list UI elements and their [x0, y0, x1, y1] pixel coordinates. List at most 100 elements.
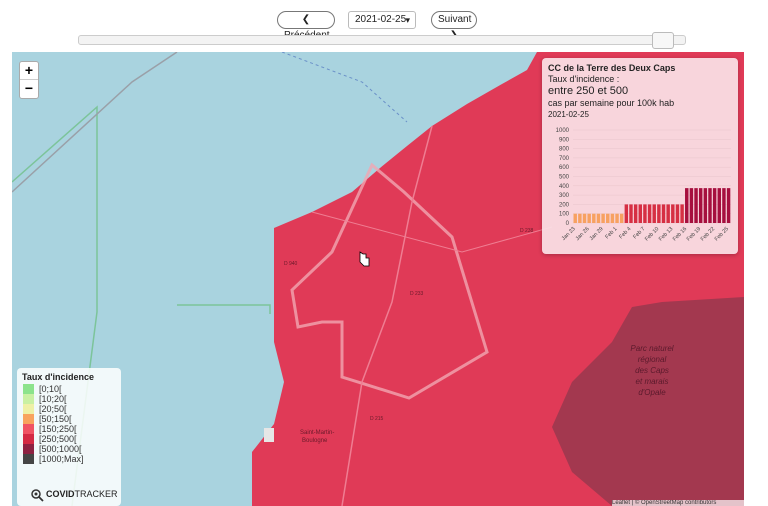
zoom-control: + − — [19, 61, 39, 99]
brand-name-rest: TRACKER — [74, 489, 118, 499]
chart-y-tick-label: 800 — [559, 147, 570, 153]
chart-bar — [592, 213, 596, 223]
chart-x-tick-label: Jan 23 — [561, 226, 577, 242]
chart-bar — [596, 213, 601, 223]
legend-label: [0;10[ — [39, 384, 62, 394]
brand-name-bold: COVID — [46, 489, 75, 499]
place-label: Saint-Martin- — [300, 430, 334, 436]
road-label: D 215 — [370, 416, 384, 422]
legend-label: [500;1000[ — [39, 444, 82, 454]
date-slider-handle[interactable] — [652, 32, 675, 49]
legend-label: [1000;Max] — [39, 454, 84, 464]
legend-item: [10;20[ — [22, 394, 116, 404]
date-select[interactable]: 2021-02-25 ▾ — [348, 11, 416, 29]
chart-y-tick-label: 900 — [559, 137, 570, 143]
date-toolbar: ❮ Précédent 2021-02-25 ▾ Suivant ❯ — [0, 11, 768, 41]
chart-bar — [722, 188, 726, 223]
chart-bar — [726, 188, 731, 223]
legend-label: [50;150[ — [39, 414, 72, 424]
legend-swatch — [23, 404, 34, 414]
chart-bar — [698, 188, 703, 223]
chart-y-tick-label: 0 — [566, 221, 570, 227]
chart-bar — [587, 213, 591, 223]
road-label: D 940 — [284, 261, 298, 267]
chart-bar — [666, 204, 670, 223]
date-slider-track[interactable] — [78, 35, 686, 45]
legend-swatch — [23, 394, 34, 404]
chart-bar — [638, 204, 643, 223]
chart-bar — [643, 204, 647, 223]
legend-swatch — [23, 434, 34, 444]
maritime-boundary-2 — [177, 304, 271, 314]
chart-y-tick-label: 1000 — [556, 128, 570, 134]
next-button[interactable]: Suivant ❯ — [431, 11, 477, 41]
legend-label: [10;20[ — [39, 394, 67, 404]
legend-swatch — [23, 414, 34, 424]
chart-bar — [675, 204, 680, 223]
chart-x-tick-label: Feb 13 — [658, 226, 674, 242]
chart-bar — [582, 213, 587, 223]
date-select-value: 2021-02-25 — [355, 14, 407, 25]
chart-y-tick-label: 400 — [559, 184, 570, 190]
legend-item: [20;50[ — [22, 404, 116, 414]
chart-x-tick-label: Feb 25 — [714, 226, 730, 242]
map-legend: Taux d'incidence [0;10[[10;20[[20;50[[50… — [17, 368, 121, 506]
shipping-lane — [281, 52, 408, 123]
chart-bar — [717, 188, 722, 223]
chart-bar — [671, 204, 675, 223]
chart-bar — [680, 204, 684, 223]
town-marker — [264, 428, 274, 442]
chart-x-tick-label: Feb 16 — [672, 226, 688, 242]
chevron-down-icon: ▾ — [405, 15, 410, 25]
chart-bar — [652, 204, 656, 223]
chart-bar — [657, 204, 661, 223]
legend-swatch — [23, 424, 34, 434]
park-label-line: d'Opale — [638, 388, 666, 397]
legend-swatch — [23, 454, 34, 464]
legend-item: [150;250[ — [22, 424, 116, 434]
legend-label: [20;50[ — [39, 404, 67, 414]
legend-item: [0;10[ — [22, 384, 116, 394]
legend-swatch — [23, 384, 34, 394]
place-label: Boulogne — [302, 438, 328, 444]
chart-y-tick-label: 600 — [559, 165, 570, 171]
chart-bar — [712, 188, 717, 223]
legend-label: [250;500[ — [39, 434, 77, 444]
park-label-line: régional — [638, 355, 667, 364]
chart-bar — [694, 188, 698, 223]
chart-x-tick-label: Feb 10 — [644, 226, 660, 242]
park-label-line: des Caps — [635, 366, 669, 375]
legend-label: [150;250[ — [39, 424, 77, 434]
chart-bar — [629, 204, 633, 223]
chart-bar — [610, 213, 615, 223]
chart-x-tick-label: Feb 1 — [604, 226, 618, 240]
incidence-chart: 0 100 200 300 400 500 600 700 800 900 1000 Jan 23 Ja… — [556, 128, 731, 243]
park-label-line: Parc naturel — [630, 344, 673, 353]
chart-bar — [685, 188, 689, 223]
zoom-out-button[interactable]: − — [20, 80, 38, 98]
chart-bar — [578, 213, 582, 223]
legend-item: [50;150[ — [22, 414, 116, 424]
chart-y-tick-label: 300 — [559, 193, 570, 199]
chart-y-tick-label: 200 — [559, 202, 570, 208]
chart-bar — [606, 213, 610, 223]
chart-bar — [647, 204, 652, 223]
map-attribution[interactable]: Leaflet | © OpenStreetMap contributors — [612, 500, 744, 506]
zoom-in-button[interactable]: + — [20, 62, 38, 80]
brand-name: COVIDTRACKER — [46, 489, 118, 499]
chart-x-tick-label: Feb 22 — [700, 226, 716, 242]
chart-y-tick-label: 700 — [559, 156, 570, 162]
legend-title: Taux d'incidence — [22, 372, 94, 382]
chart-x-tick-label: Jan 29 — [589, 226, 605, 242]
road-label: D 233 — [410, 291, 424, 297]
chart-y-tick-label: 500 — [559, 175, 570, 181]
chart-bar — [633, 204, 638, 223]
chart-x-tick-label: Feb 4 — [618, 226, 632, 240]
previous-button[interactable]: ❮ Précédent — [277, 11, 335, 41]
chart-bar — [573, 213, 577, 223]
chart-y-tick-label: 100 — [559, 212, 570, 218]
incidence-popup: CC de la Terre des Deux Caps Taux d'inci… — [542, 58, 738, 254]
magnifier-virus-icon — [31, 489, 44, 502]
chart-bar — [624, 204, 629, 223]
chart-bar — [615, 213, 619, 223]
